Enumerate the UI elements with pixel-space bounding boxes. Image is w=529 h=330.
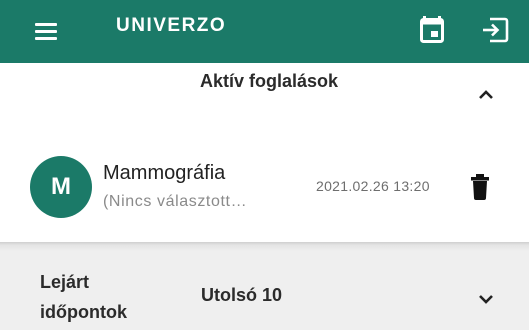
section-divider (0, 242, 529, 252)
booking-subtitle: (Nincs választott… (103, 193, 248, 210)
calendar-icon[interactable] (418, 15, 446, 45)
expired-filter-selector[interactable]: Utolsó 10 (201, 285, 282, 306)
chevron-up-icon[interactable] (474, 83, 498, 107)
active-bookings-header[interactable]: Aktív foglalások (0, 63, 529, 135)
expired-appointments-title: Lejárt időpontok (40, 272, 127, 322)
app-title: UNIVERZO (116, 15, 227, 36)
app-root: UNIVERZO Aktív foglalások M Mammográfia … (0, 0, 529, 330)
top-app-bar: UNIVERZO (0, 0, 529, 63)
expired-appointments-header[interactable]: Lejárt időpontok Utolsó 10 (0, 252, 529, 330)
booking-list-item[interactable]: M Mammográfia (Nincs választott… 2021.02… (0, 138, 529, 238)
booking-name: Mammográfia (103, 162, 226, 184)
menu-icon[interactable] (30, 16, 62, 48)
booking-datetime: 2021.02.26 13:20 (316, 178, 430, 194)
active-bookings-title: Aktív foglalások (200, 71, 339, 91)
logout-icon[interactable] (480, 15, 510, 45)
avatar: M (30, 156, 92, 218)
trash-icon[interactable] (467, 171, 493, 201)
chevron-down-icon[interactable] (474, 287, 498, 311)
